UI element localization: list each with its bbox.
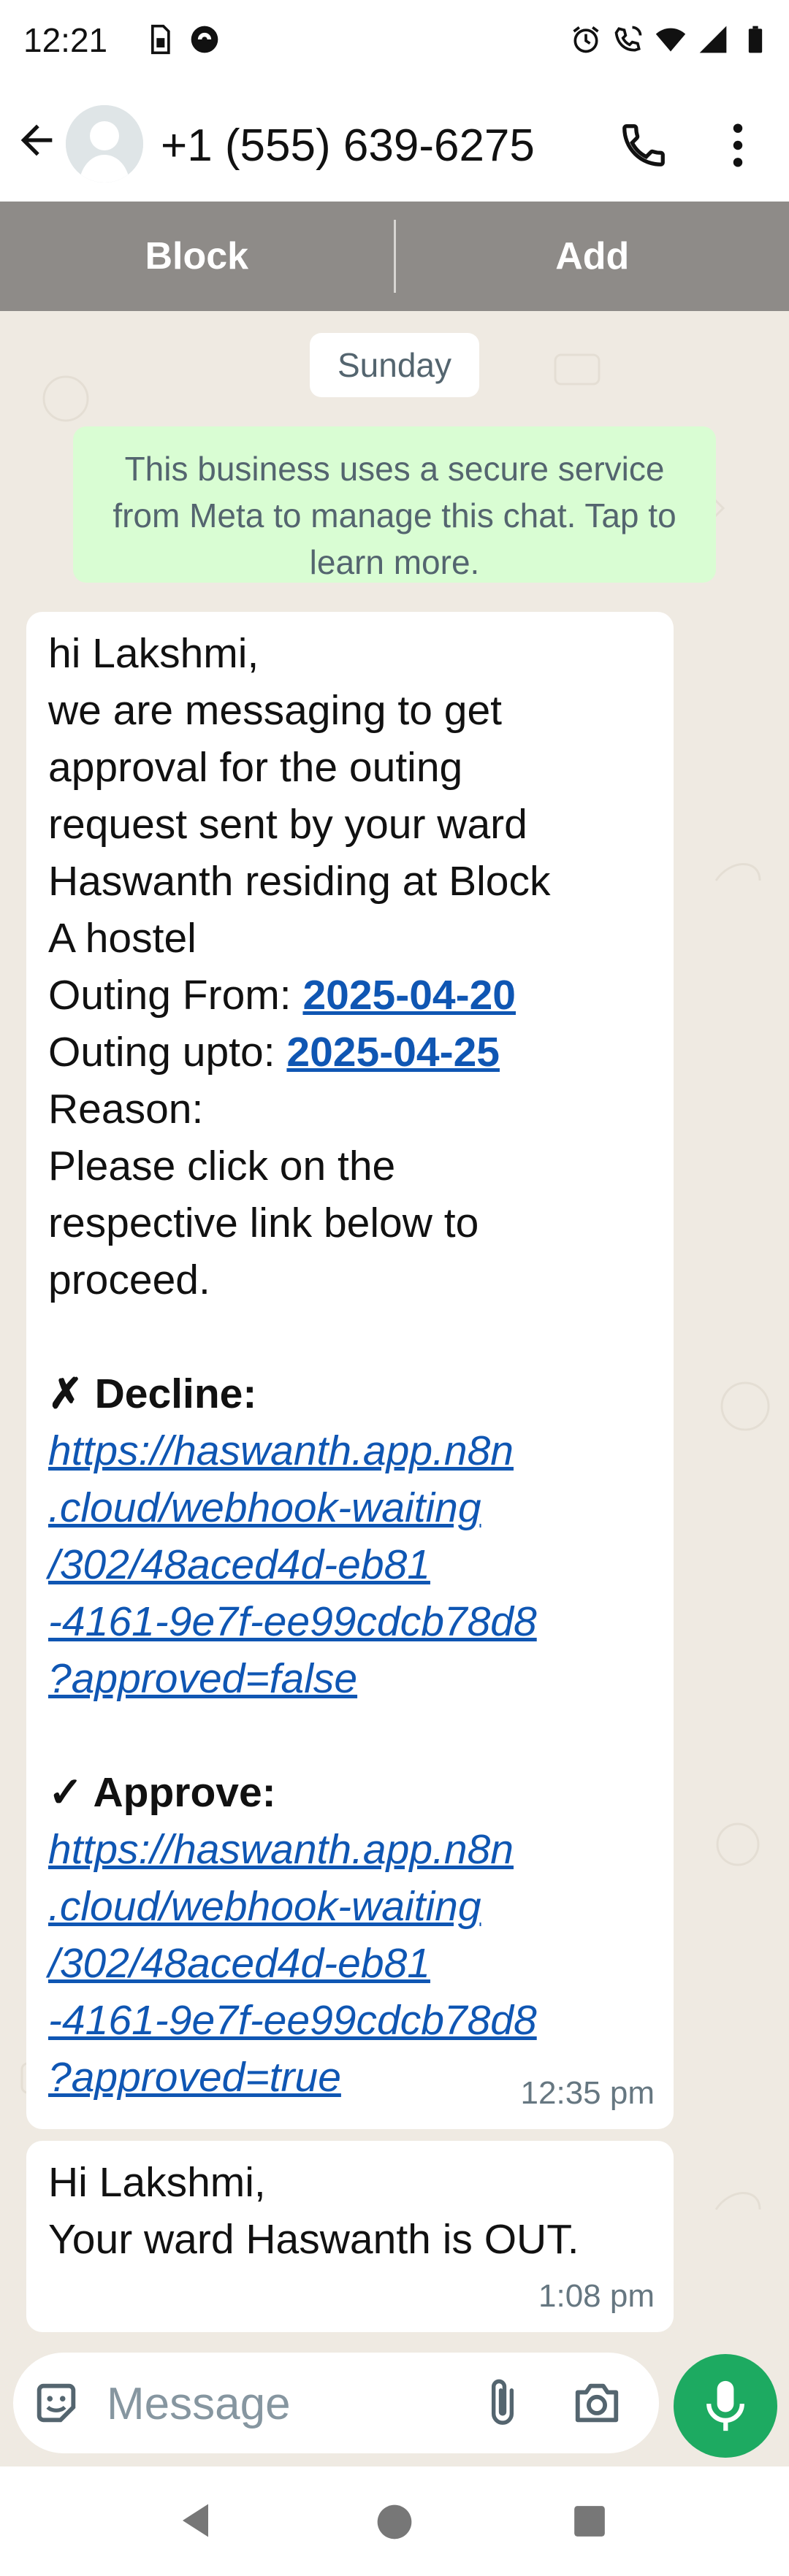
system-nav-bar [0, 2466, 789, 2576]
decline-url-line[interactable]: .cloud/webhook-waiting [48, 1479, 652, 1536]
outing-upto-label: Outing upto: [48, 1029, 275, 1076]
decline-link[interactable]: https://haswanth.app.n8n .cloud/webhook-… [48, 1422, 652, 1707]
vpn-icon [191, 26, 218, 53]
business-notice[interactable]: This business uses a secure service from… [73, 426, 716, 583]
message-line: request sent by your ward [48, 801, 527, 848]
approve-url-line[interactable]: -4161-9e7f-ee99cdcb78d8 [48, 1992, 652, 2049]
camera-icon[interactable] [571, 2377, 622, 2429]
chat-area[interactable]: Sunday This business uses a secure servi… [0, 311, 789, 2354]
decline-url-line[interactable]: /302/48aced4d-eb81 [48, 1536, 652, 1593]
avatar[interactable] [66, 105, 143, 183]
incoming-message[interactable]: hi Lakshmi, we are messaging to get appr… [26, 612, 674, 2129]
status-bar: 12:21 [0, 0, 789, 88]
approve-link[interactable]: https://haswanth.app.n8n .cloud/webhook-… [48, 1821, 652, 2106]
sim-card-icon [151, 24, 170, 55]
message-greeting: hi Lakshmi, [48, 630, 259, 677]
more-vert-icon[interactable] [722, 120, 754, 171]
message-timestamp: 1:08 pm [538, 2278, 655, 2314]
emoji-icon[interactable] [31, 2377, 82, 2429]
status-right-icons [570, 23, 771, 55]
message-line: A hostel [48, 915, 197, 962]
outing-upto-date-link[interactable]: 2025-04-25 [286, 1029, 500, 1076]
outing-from-label: Outing From: [48, 972, 291, 1019]
attach-icon[interactable] [481, 2376, 525, 2430]
wifi-icon [655, 28, 686, 52]
battery-icon [748, 26, 763, 53]
incoming-message[interactable]: Hi Lakshmi, Your ward Haswanth is OUT. 1… [26, 2141, 674, 2332]
outing-from-row: Outing From: 2025-04-20 [48, 967, 652, 1024]
decline-label: ✗ Decline: [48, 1371, 257, 1417]
decline-url-line[interactable]: ?approved=false [48, 1650, 652, 1707]
block-add-bar: Block Add [0, 202, 789, 311]
mic-icon [706, 2380, 744, 2431]
wifi-calling-icon [614, 26, 642, 52]
instruction-line: respective link below to [48, 1200, 479, 1246]
status-left-icons [143, 23, 221, 55]
default-avatar-icon [66, 105, 143, 183]
message-line: Hi Lakshmi, [48, 2159, 266, 2206]
reason-label: Reason: [48, 1086, 204, 1132]
nav-home-icon[interactable] [374, 2502, 415, 2542]
message-line: we are messaging to get [48, 687, 503, 734]
outing-from-date-link[interactable]: 2025-04-20 [302, 972, 516, 1019]
decline-url-line[interactable]: https://haswanth.app.n8n [48, 1422, 652, 1479]
date-chip: Sunday [310, 333, 479, 397]
nav-recents-icon[interactable] [571, 2503, 608, 2539]
message-composer [13, 2353, 659, 2453]
decline-url-line[interactable]: -4161-9e7f-ee99cdcb78d8 [48, 1593, 652, 1650]
back-arrow-icon[interactable] [13, 117, 60, 164]
approve-url-line[interactable]: /302/48aced4d-eb81 [48, 1935, 652, 1992]
nav-back-icon[interactable] [175, 2499, 219, 2542]
add-button[interactable]: Add [396, 234, 789, 278]
approve-url-line[interactable]: https://haswanth.app.n8n [48, 1821, 652, 1878]
instruction-line: proceed. [48, 1257, 210, 1303]
phone-icon[interactable] [618, 120, 669, 171]
chat-header: +1 (555) 639-6275 [0, 88, 789, 202]
status-time: 12:21 [23, 21, 108, 59]
signal-icon [699, 26, 727, 53]
message-line: Haswanth residing at Block [48, 858, 551, 905]
contact-name[interactable]: +1 (555) 639-6275 [161, 120, 535, 172]
approve-label: ✓ Approve: [48, 1769, 276, 1816]
outing-upto-row: Outing upto: 2025-04-25 [48, 1024, 652, 1081]
message-input[interactable] [105, 2374, 459, 2433]
instruction-line: Please click on the [48, 1143, 396, 1189]
block-button[interactable]: Block [0, 234, 394, 278]
message-line: Your ward Haswanth is OUT. [48, 2216, 579, 2263]
message-timestamp: 12:35 pm [520, 2075, 655, 2111]
alarm-icon [573, 26, 599, 53]
approve-url-line[interactable]: .cloud/webhook-waiting [48, 1878, 652, 1935]
message-line: approval for the outing [48, 744, 463, 791]
mic-button[interactable] [674, 2354, 777, 2458]
